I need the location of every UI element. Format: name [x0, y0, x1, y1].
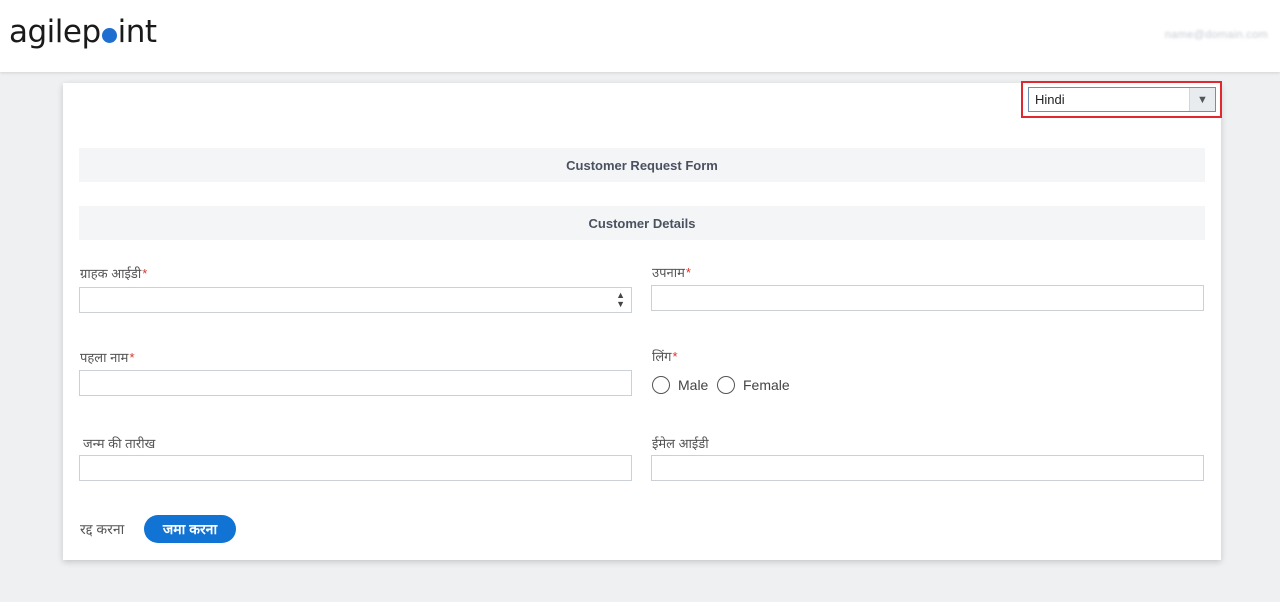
form-title: Customer Request Form — [79, 148, 1205, 182]
first-name-input[interactable] — [79, 370, 632, 396]
email-input[interactable] — [651, 455, 1204, 481]
user-name[interactable]: name@domain.com — [1165, 29, 1268, 41]
required-mark: * — [142, 266, 148, 281]
logo-text-right: int — [117, 14, 157, 50]
last-name-label: उपनाम* — [652, 265, 691, 280]
first-name-label: पहला नाम* — [80, 350, 135, 365]
customer-id-input[interactable]: ▲ ▼ — [79, 287, 632, 313]
logo-dot-icon — [101, 28, 117, 43]
submit-button[interactable]: जमा करना — [144, 515, 236, 543]
dob-label: जन्म की तारीख — [83, 436, 156, 451]
gender-radio-female[interactable]: Female — [717, 376, 790, 394]
language-selector-highlight: Hindi ▼ — [1021, 81, 1222, 118]
email-label: ईमेल आईडी — [652, 436, 709, 451]
last-name-input[interactable] — [651, 285, 1204, 311]
required-mark: * — [672, 349, 678, 364]
section-header-customer-details: Customer Details — [79, 206, 1205, 240]
language-selected-value: Hindi — [1035, 92, 1065, 107]
cancel-button[interactable]: रद्द करना — [80, 520, 124, 539]
gender-radio-male[interactable]: Male — [652, 376, 708, 394]
gender-label: लिंग* — [652, 349, 678, 364]
logo-text-left: agilep — [9, 14, 101, 50]
dob-input[interactable] — [79, 455, 632, 481]
radio-icon[interactable] — [717, 376, 735, 394]
required-mark: * — [129, 350, 135, 365]
form-card: Hindi ▼ Customer Request Form Customer D… — [63, 81, 1222, 560]
radio-icon[interactable] — [652, 376, 670, 394]
customer-id-label: ग्राहक आईडी* — [80, 266, 148, 281]
agilepoint-logo: agilep int — [9, 14, 157, 50]
required-mark: * — [685, 265, 691, 280]
chevron-down-icon[interactable]: ▼ — [1189, 88, 1215, 111]
language-dropdown[interactable]: Hindi ▼ — [1028, 87, 1216, 112]
stepper-icon[interactable]: ▲ ▼ — [616, 291, 625, 309]
top-bar: agilep int name@domain.com — [0, 0, 1280, 72]
